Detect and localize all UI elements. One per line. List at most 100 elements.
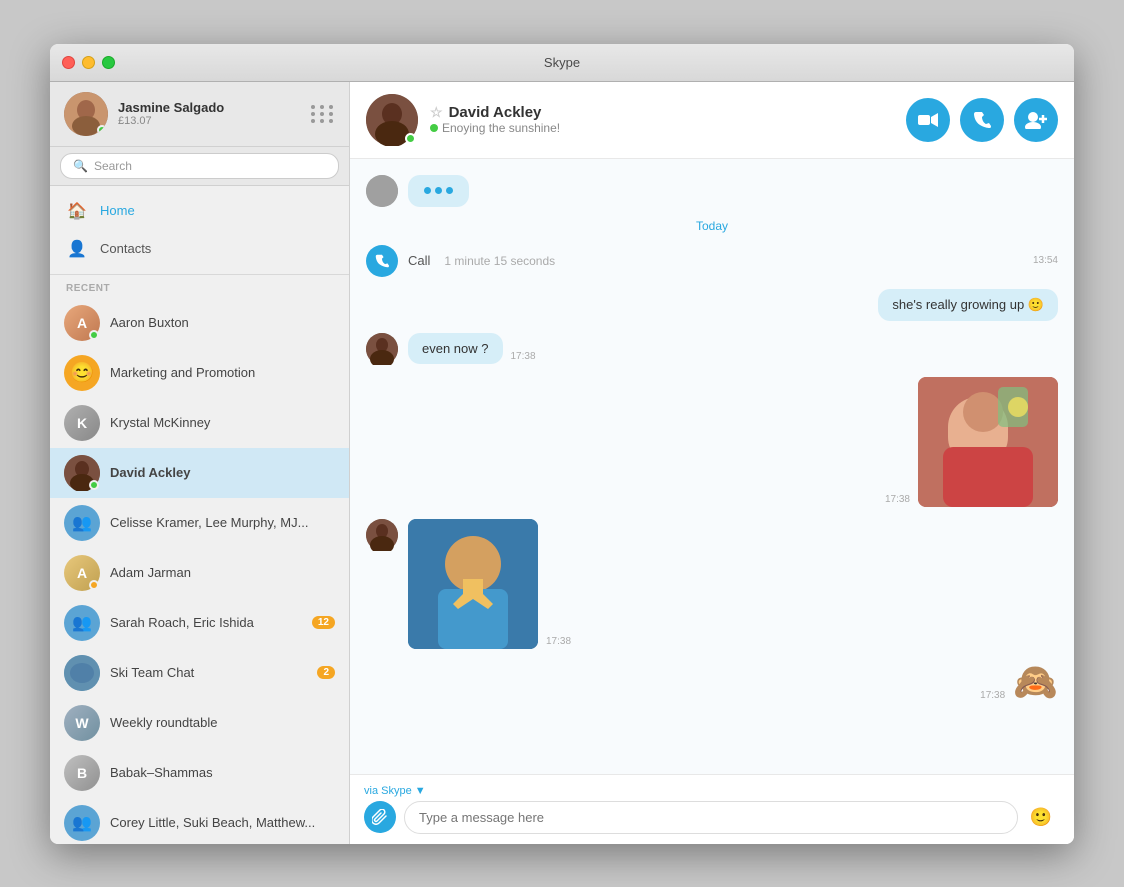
typing-dot-3 [446,187,453,194]
options-icon[interactable] [311,105,335,123]
home-icon: 🏠 [66,200,88,222]
avatar-corey: 👥 [64,805,100,841]
avatar-david [64,455,100,491]
profile-info: Jasmine Salgado £13.07 [118,100,301,127]
chat-input-area: via Skype ▼ 🙂 [350,774,1074,844]
contact-item-krystal[interactable]: K Krystal McKinney [50,398,349,448]
contact-name-sarah: Sarah Roach, Eric Ishida [110,615,254,630]
input-row: 🙂 [364,801,1060,834]
contact-item-aaron[interactable]: A Aaron Buxton [50,298,349,348]
avatar-celisse: 👥 [64,505,100,541]
contact-name-krystal: Krystal McKinney [110,415,210,430]
message-input[interactable] [404,801,1018,834]
chat-user-name: ☆ David Ackley [430,104,894,121]
search-bar[interactable]: 🔍 Search [60,153,339,179]
profile-bar: Jasmine Salgado £13.07 [50,82,349,147]
contact-name-celisse: Celisse Kramer, Lee Murphy, MJ... [110,515,308,530]
contact-name-david: David Ackley [110,465,190,480]
avatar-weekly: W [64,705,100,741]
typing-dot-2 [435,187,442,194]
call-time: 13:54 [1033,255,1058,266]
chat-status: Enoying the sunshine! [430,121,894,135]
avatar-marketing: 😊 [64,355,100,391]
contact-item-babak[interactable]: B Babak–Shammas [50,748,349,798]
contacts-icon: 👤 [66,238,88,260]
profile-name: Jasmine Salgado [118,100,301,115]
badge-sarah: 12 [312,616,335,629]
chat-contact-avatar [366,94,418,146]
chat-area: ☆ David Ackley Enoying the sunshine! [350,82,1074,844]
nav-items: 🏠 Home 👤 Contacts [50,186,349,275]
attach-button[interactable] [364,801,396,833]
contact-name-aaron: Aaron Buxton [110,315,189,330]
typing-bubble [408,175,469,207]
sidebar: Jasmine Salgado £13.07 🔍 Search [50,82,350,844]
msg-time-3: 17:38 [546,636,571,647]
contact-item-david[interactable]: David Ackley [50,448,349,498]
call-text: Call [408,253,430,268]
message-row-image-incoming: 17:38 [366,519,1058,649]
message-bubble-incoming-1: even now ? [408,333,503,364]
search-placeholder: Search [94,159,132,173]
contacts-label: Contacts [100,241,151,256]
contact-item-marketing[interactable]: 😊 Marketing and Promotion [50,348,349,398]
home-label: Home [100,203,135,218]
via-skype-dropdown-icon: ▼ [415,785,426,797]
sidebar-item-contacts[interactable]: 👤 Contacts [50,230,349,268]
chat-user-info: ☆ David Ackley Enoying the sunshine! [430,104,894,135]
chat-header: ☆ David Ackley Enoying the sunshine! [350,82,1074,159]
search-icon: 🔍 [73,159,88,173]
contact-item-adam[interactable]: A Adam Jarman [50,548,349,598]
badge-ski: 2 [317,666,335,679]
avatar-krystal: K [64,405,100,441]
message-row-typing [366,175,1058,207]
call-duration: 1 minute 15 seconds [444,254,555,268]
maximize-button[interactable] [102,56,115,69]
typing-dot-1 [424,187,431,194]
contact-name-ski: Ski Team Chat [110,665,194,680]
minimize-button[interactable] [82,56,95,69]
msg-avatar-david-2 [366,519,398,551]
contact-name-marketing: Marketing and Promotion [110,365,255,380]
contact-name-weekly: Weekly roundtable [110,715,217,730]
sidebar-item-home[interactable]: 🏠 Home [50,192,349,230]
close-button[interactable] [62,56,75,69]
add-person-button[interactable] [1014,98,1058,142]
contact-item-ski[interactable]: Ski Team Chat 2 [50,648,349,698]
contact-name-adam: Adam Jarman [110,565,191,580]
status-dot-aaron [89,330,99,340]
profile-balance: £13.07 [118,115,301,127]
message-row-emoji: 17:38 🙈 [366,661,1058,703]
call-row: Call 1 minute 15 seconds 13:54 [366,245,1058,277]
voice-call-button[interactable] [960,98,1004,142]
video-call-button[interactable] [906,98,950,142]
app-window: Skype Jasmine S [50,44,1074,844]
messages-area[interactable]: Today Call 1 minute 15 seconds 13:54 she… [350,159,1074,774]
emoji-picker-button[interactable]: 🙂 [1026,803,1056,832]
msg-time-2: 17:38 [885,494,910,505]
contact-item-celisse[interactable]: 👥 Celisse Kramer, Lee Murphy, MJ... [50,498,349,548]
contact-item-weekly[interactable]: W Weekly roundtable [50,698,349,748]
date-divider: Today [366,219,1058,233]
avatar-sarah: 👥 [64,605,100,641]
msg-time-1: 17:38 [511,351,536,362]
star-icon: ☆ [430,104,443,121]
contact-item-sarah[interactable]: 👥 Sarah Roach, Eric Ishida 12 [50,598,349,648]
avatar-adam: A [64,555,100,591]
window-title: Skype [544,55,580,70]
avatar-ski [64,655,100,691]
message-row-image-outgoing: 17:38 [366,377,1058,507]
profile-status-dot [97,125,107,135]
via-skype-label: via Skype ▼ [364,785,1060,797]
contact-name-babak: Babak–Shammas [110,765,213,780]
avatar-babak: B [64,755,100,791]
status-dot-adam [89,580,99,590]
status-dot-david [89,480,99,490]
trophy-boy-image [408,519,538,649]
search-container: 🔍 Search [50,147,349,186]
contact-list: A Aaron Buxton 😊 Marketing and Promotion… [50,298,349,844]
profile-avatar[interactable] [64,92,108,136]
contact-item-corey[interactable]: 👥 Corey Little, Suki Beach, Matthew... [50,798,349,844]
recent-label: RECENT [50,275,349,298]
msg-avatar-grey [366,175,398,207]
